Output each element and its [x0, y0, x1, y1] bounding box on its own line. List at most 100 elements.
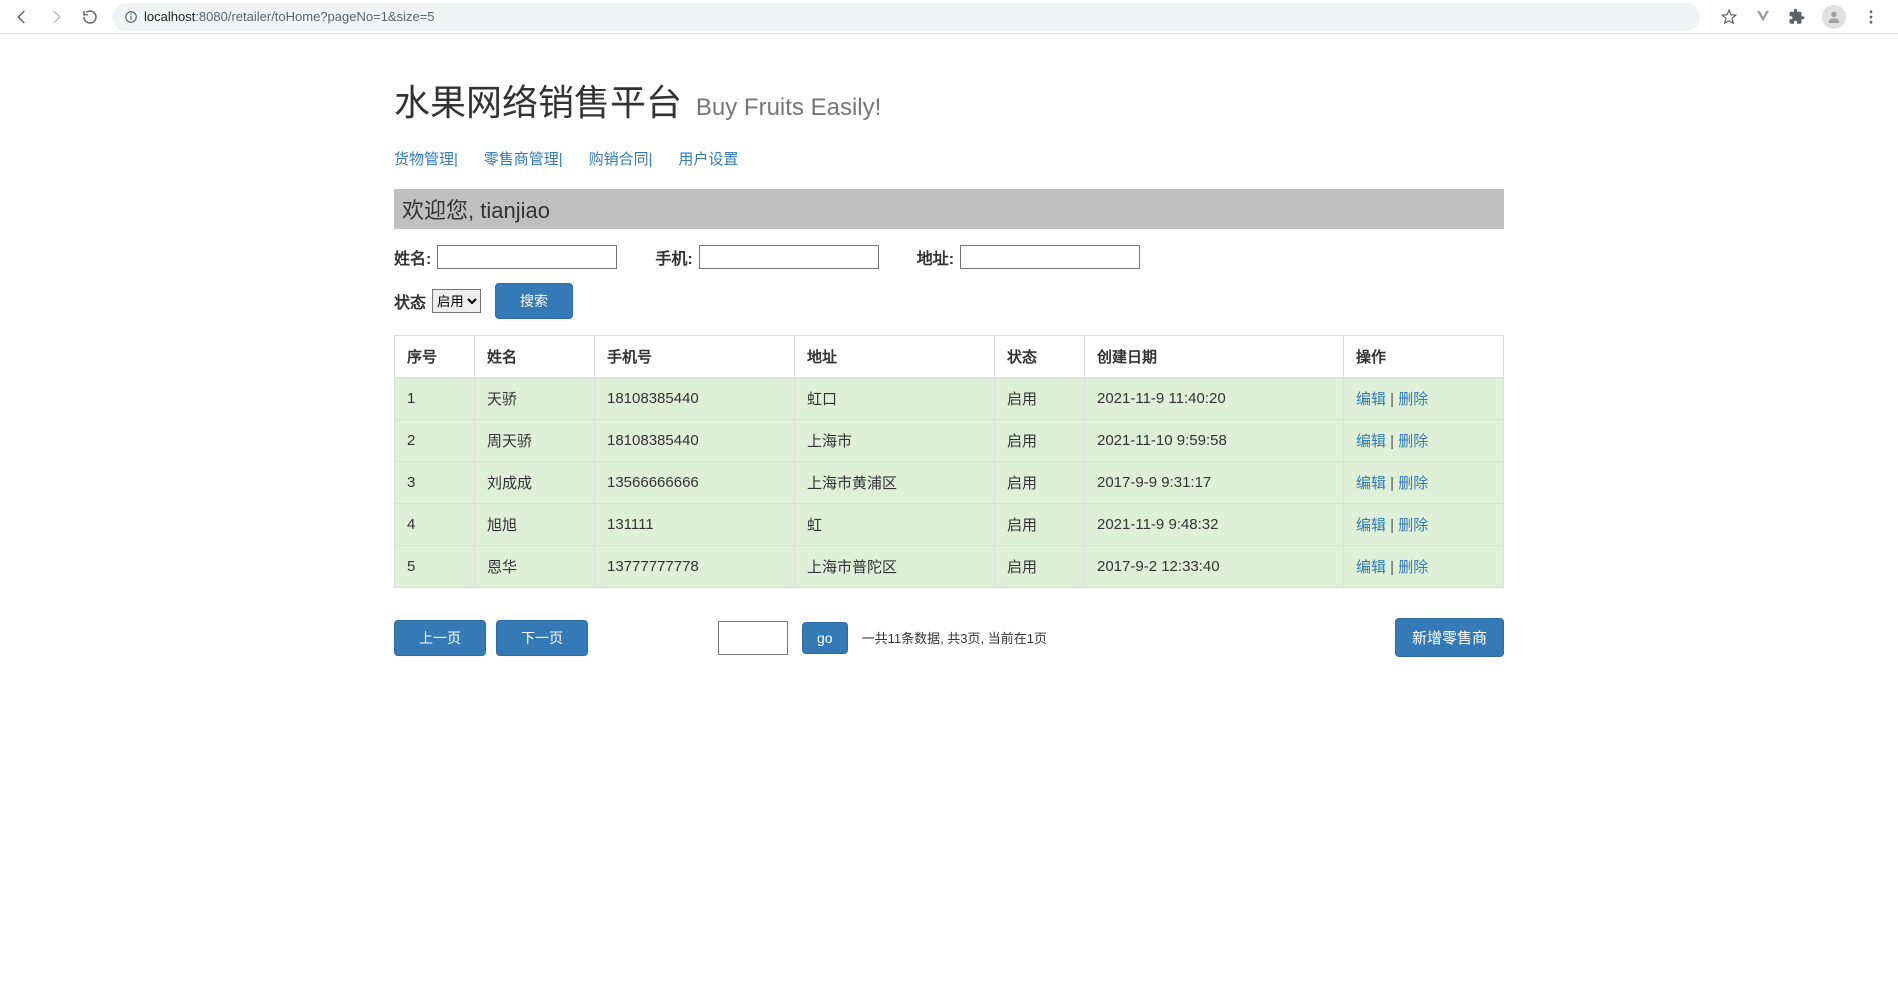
- edit-link[interactable]: 编辑: [1356, 433, 1386, 450]
- table-row: 5恩华13777777778上海市普陀区启用2017-9-2 12:33:40编…: [395, 546, 1504, 588]
- table-cell: 上海市普陀区: [795, 546, 995, 588]
- pager-row: 上一页 下一页 go 一共11条数据, 共3页, 当前在1页 新增零售商: [394, 618, 1504, 657]
- welcome-bar: 欢迎您, tianjiao: [394, 189, 1504, 229]
- table-cell: 4: [395, 504, 475, 546]
- delete-link[interactable]: 删除: [1398, 517, 1428, 534]
- go-button[interactable]: go: [802, 622, 848, 654]
- edit-link[interactable]: 编辑: [1356, 391, 1386, 408]
- delete-link[interactable]: 删除: [1398, 475, 1428, 492]
- arrow-left-icon: [13, 8, 31, 26]
- page-subtitle: Buy Fruits Easily!: [696, 94, 881, 121]
- table-cell: 2021-11-9 9:48:32: [1085, 504, 1344, 546]
- table-row: 3刘成成13566666666上海市黄浦区启用2017-9-9 9:31:17编…: [395, 462, 1504, 504]
- name-input[interactable]: [437, 245, 617, 269]
- page-header: 水果网络销售平台 Buy Fruits Easily!: [394, 34, 1504, 136]
- reload-button[interactable]: [78, 5, 102, 29]
- url-bar[interactable]: localhost:8080/retailer/toHome?pageNo=1&…: [112, 3, 1700, 31]
- extensions-icon[interactable]: [1788, 8, 1806, 26]
- table-row: 4旭旭131111虹启用2021-11-9 9:48:32编辑 | 删除: [395, 504, 1504, 546]
- action-cell: 编辑 | 删除: [1344, 546, 1504, 588]
- retailer-table: 序号 姓名 手机号 地址 状态 创建日期 操作 1天骄18108385440虹口…: [394, 335, 1504, 588]
- table-cell: 虹: [795, 504, 995, 546]
- next-page-button[interactable]: 下一页: [496, 620, 588, 656]
- table-cell: 上海市黄浦区: [795, 462, 995, 504]
- back-button[interactable]: [10, 5, 34, 29]
- th-name: 姓名: [475, 336, 595, 378]
- action-cell: 编辑 | 删除: [1344, 504, 1504, 546]
- th-phone: 手机号: [595, 336, 795, 378]
- table-cell: 刘成成: [475, 462, 595, 504]
- pager-info: 一共11条数据, 共3页, 当前在1页: [862, 628, 1047, 647]
- profile-avatar[interactable]: [1822, 5, 1846, 29]
- nav-retailer[interactable]: 零售商管理|: [484, 151, 563, 168]
- table-cell: 虹口: [795, 378, 995, 420]
- action-cell: 编辑 | 删除: [1344, 462, 1504, 504]
- table-cell: 2017-9-9 9:31:17: [1085, 462, 1344, 504]
- table-cell: 2017-9-2 12:33:40: [1085, 546, 1344, 588]
- status-label: 状态: [394, 289, 426, 313]
- edit-link[interactable]: 编辑: [1356, 517, 1386, 534]
- phone-label: 手机:: [655, 245, 692, 269]
- star-icon[interactable]: [1720, 8, 1738, 26]
- table-cell: 启用: [995, 420, 1085, 462]
- delete-link[interactable]: 删除: [1398, 433, 1428, 450]
- edit-link[interactable]: 编辑: [1356, 475, 1386, 492]
- table-cell: 2021-11-10 9:59:58: [1085, 420, 1344, 462]
- th-status: 状态: [995, 336, 1085, 378]
- arrow-right-icon: [47, 8, 65, 26]
- table-cell: 启用: [995, 546, 1085, 588]
- add-retailer-button[interactable]: 新增零售商: [1395, 618, 1504, 657]
- table-cell: 恩华: [475, 546, 595, 588]
- th-address: 地址: [795, 336, 995, 378]
- name-label: 姓名:: [394, 245, 431, 269]
- nav-contract[interactable]: 购销合同|: [589, 151, 653, 168]
- table-cell: 3: [395, 462, 475, 504]
- table-row: 2周天骄18108385440上海市启用2021-11-10 9:59:58 编辑…: [395, 420, 1504, 462]
- action-separator: |: [1386, 433, 1398, 450]
- th-index: 序号: [395, 336, 475, 378]
- edit-link[interactable]: 编辑: [1356, 559, 1386, 576]
- table-cell: 旭旭: [475, 504, 595, 546]
- address-input[interactable]: [960, 245, 1140, 269]
- search-row-2: 状态 启用 搜索: [394, 283, 1504, 319]
- prev-page-button[interactable]: 上一页: [394, 620, 486, 656]
- search-button[interactable]: 搜索: [495, 283, 573, 319]
- table-cell: 上海市: [795, 420, 995, 462]
- th-created: 创建日期: [1085, 336, 1344, 378]
- browser-chrome: localhost:8080/retailer/toHome?pageNo=1&…: [0, 0, 1898, 34]
- th-actions: 操作: [1344, 336, 1504, 378]
- table-cell: 18108385440: [595, 420, 795, 462]
- table-cell: 13777777778: [595, 546, 795, 588]
- menu-icon[interactable]: [1862, 8, 1880, 26]
- page-input[interactable]: [718, 621, 788, 655]
- action-separator: |: [1386, 517, 1398, 534]
- url-text: localhost:8080/retailer/toHome?pageNo=1&…: [144, 9, 435, 24]
- table-row: 1天骄18108385440虹口启用2021-11-9 11:40:20编辑 |…: [395, 378, 1504, 420]
- table-cell: 5: [395, 546, 475, 588]
- table-cell: 131111: [595, 504, 795, 546]
- action-separator: |: [1386, 559, 1398, 576]
- action-separator: |: [1386, 391, 1398, 408]
- table-cell: 周天骄: [475, 420, 595, 462]
- info-icon: [124, 10, 138, 24]
- table-cell: 2: [395, 420, 475, 462]
- delete-link[interactable]: 删除: [1398, 559, 1428, 576]
- table-cell: 2021-11-9 11:40:20: [1085, 378, 1344, 420]
- toolbar-icons: [1720, 5, 1888, 29]
- page-title: 水果网络销售平台: [394, 82, 682, 123]
- status-select[interactable]: 启用: [432, 289, 481, 313]
- nav-user-settings[interactable]: 用户设置: [678, 151, 738, 168]
- action-cell: 编辑 | 删除: [1344, 378, 1504, 420]
- table-cell: 天骄: [475, 378, 595, 420]
- phone-input[interactable]: [699, 245, 879, 269]
- person-icon: [1826, 9, 1842, 25]
- nav-goods[interactable]: 货物管理|: [394, 151, 458, 168]
- table-cell: 13566666666: [595, 462, 795, 504]
- reload-icon: [81, 8, 99, 26]
- search-row: 姓名: 手机: 地址:: [394, 245, 1504, 269]
- table-cell: 1: [395, 378, 475, 420]
- forward-button[interactable]: [44, 5, 68, 29]
- v-extension-icon[interactable]: [1754, 8, 1772, 26]
- address-label: 地址:: [917, 245, 954, 269]
- delete-link[interactable]: 删除: [1398, 391, 1428, 408]
